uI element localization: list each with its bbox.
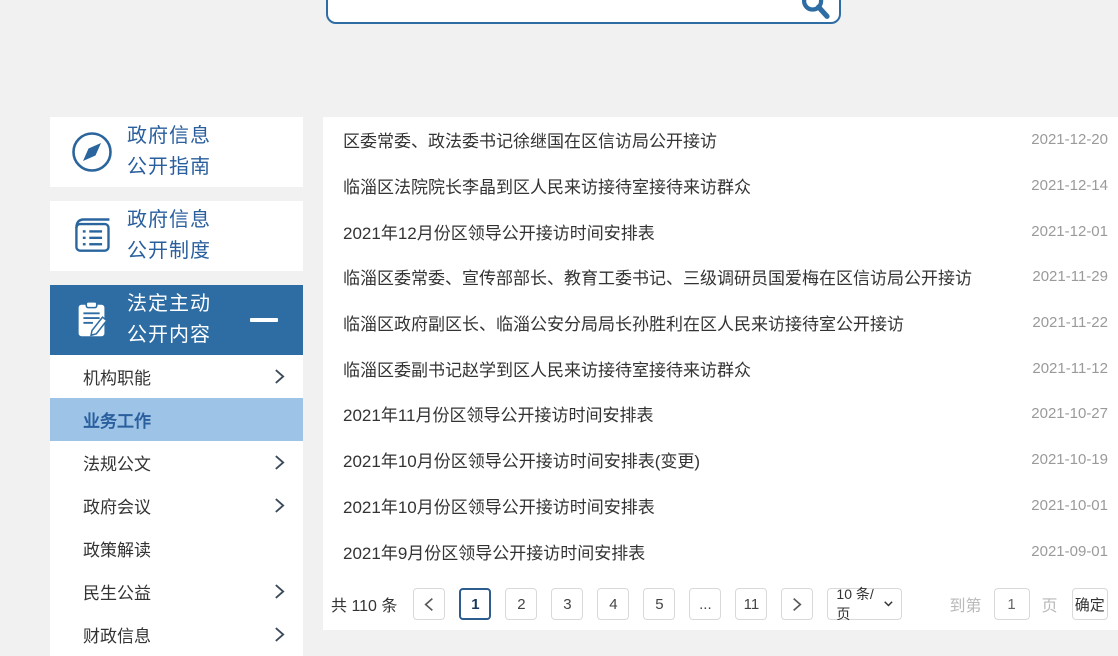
collapse-minus-icon[interactable] (250, 318, 278, 322)
news-list-item[interactable]: 2021年12月份区领导公开接访时间安排表 2021-12-01 (323, 208, 1118, 254)
submenu-item-label: 财政信息 (83, 622, 151, 647)
news-list-item[interactable]: 2021年10月份区领导公开接访时间安排表 2021-10-01 (323, 483, 1118, 529)
news-list-item[interactable]: 临淄区委常委、宣传部部长、教育工委书记、三级调研员国爱梅在区信访局公开接访 20… (323, 254, 1118, 300)
sidebar-submenu-item[interactable]: 财政信息 (50, 613, 303, 656)
page-number-label: 4 (609, 596, 617, 613)
page-number-label: 3 (563, 596, 571, 613)
search-icon[interactable] (799, 0, 833, 29)
article-title-link[interactable]: 临淄区委常委、宣传部部长、教育工委书记、三级调研员国爱梅在区信访局公开接访 (343, 264, 972, 289)
total-count-label: 共 110 条 (331, 592, 397, 616)
news-list-item[interactable]: 临淄区委副书记赵学到区人民来访接待室接待来访群众 2021-11-12 (323, 345, 1118, 391)
chevron-right-icon (274, 454, 285, 471)
article-title-link[interactable]: 2021年10月份区领导公开接访时间安排表(变更) (343, 447, 700, 472)
news-list-item[interactable]: 临淄区法院院长李晶到区人民来访接待室接待来访群众 2021-12-14 (323, 163, 1118, 209)
page-number-button[interactable]: 2 (505, 588, 537, 620)
next-page-button[interactable] (781, 588, 813, 620)
submenu-item-label: 机构职能 (83, 364, 151, 389)
page-number-button[interactable]: 1 (459, 588, 491, 620)
news-list-item[interactable]: 区委常委、政法委书记徐继国在区信访局公开接访 2021-12-20 (323, 117, 1118, 163)
jump-page-input[interactable] (994, 588, 1030, 620)
pagination-bar: 共 110 条 1 2 3 4 5 (323, 588, 1118, 620)
page-number-button[interactable]: 3 (551, 588, 583, 620)
chevron-right-icon (274, 368, 285, 385)
article-date: 2021-09-01 (1011, 543, 1108, 560)
article-date: 2021-10-27 (1011, 405, 1108, 422)
sidebar-submenu-item[interactable]: 民生公益 (50, 570, 303, 613)
page-number-label: 5 (655, 596, 663, 613)
sidebar-submenu-item[interactable]: 政府会议 (50, 484, 303, 527)
submenu-item-label: 业务工作 (83, 407, 151, 432)
article-title-link[interactable]: 临淄区法院院长李晶到区人民来访接待室接待来访群众 (343, 173, 751, 198)
news-list-item[interactable]: 2021年9月份区领导公开接访时间安排表 2021-09-01 (323, 528, 1118, 574)
sidebar-item-statutory[interactable]: 法定主动 公开内容 (50, 285, 303, 355)
submenu-item-label: 民生公益 (83, 579, 151, 604)
article-date: 2021-10-01 (1011, 497, 1108, 514)
article-title-link[interactable]: 临淄区政府副区长、临淄公安分局局长孙胜利在区人民来访接待室公开接访 (343, 310, 904, 335)
article-date: 2021-12-20 (1011, 131, 1108, 148)
sidebar-submenu-item[interactable]: 机构职能 (50, 355, 303, 398)
article-title-link[interactable]: 区委常委、政法委书记徐继国在区信访局公开接访 (343, 127, 717, 152)
submenu-item-label: 政策解读 (83, 536, 151, 561)
sidebar-item-guide[interactable]: 政府信息 公开指南 (50, 117, 303, 187)
page-number-button[interactable]: 4 (597, 588, 629, 620)
page-number-label: 1 (471, 596, 479, 613)
compass-icon (70, 130, 114, 174)
clipboard-pen-icon (70, 298, 114, 342)
page-size-label: 10 条/页 (836, 584, 877, 624)
jump-to-page-label: 到第 (950, 592, 982, 616)
submenu-item-label: 法规公文 (83, 450, 151, 475)
article-date: 2021-12-14 (1011, 177, 1108, 194)
article-date: 2021-12-01 (1011, 223, 1108, 240)
news-list: 区委常委、政法委书记徐继国在区信访局公开接访 2021-12-20 临淄区法院院… (323, 117, 1118, 574)
article-date: 2021-11-29 (1012, 268, 1108, 285)
page-number-button[interactable]: 5 (643, 588, 675, 620)
sidebar-item-label: 政府信息 公开指南 (127, 121, 211, 183)
page-number-label: 2 (517, 596, 525, 613)
chevron-right-icon (274, 497, 285, 514)
sidebar-submenu-item[interactable]: 业务工作 (50, 398, 303, 441)
article-date: 2021-10-19 (1011, 451, 1108, 468)
chevron-right-icon (274, 583, 285, 600)
page-number-label: ... (699, 596, 712, 613)
chevron-right-icon (274, 626, 285, 643)
page-size-select[interactable]: 10 条/页 (827, 588, 901, 620)
search-box[interactable] (326, 0, 841, 24)
article-title-link[interactable]: 2021年9月份区领导公开接访时间安排表 (343, 539, 645, 564)
article-title-link[interactable]: 临淄区委副书记赵学到区人民来访接待室接待来访群众 (343, 356, 751, 381)
news-panel: 区委常委、政法委书记徐继国在区信访局公开接访 2021-12-20 临淄区法院院… (323, 117, 1118, 630)
sidebar-submenu-item[interactable]: 政策解读 (50, 527, 303, 570)
sidebar-submenu: 机构职能 业务工作 法规公文 (50, 355, 303, 656)
article-date: 2021-11-22 (1012, 314, 1108, 331)
news-list-item[interactable]: 临淄区政府副区长、临淄公安分局局长孙胜利在区人民来访接待室公开接访 2021-1… (323, 300, 1118, 346)
submenu-item-label: 政府会议 (83, 493, 151, 518)
sidebar-item-label: 法定主动 公开内容 (127, 289, 211, 351)
page-number-label: 11 (744, 596, 760, 613)
confirm-button[interactable]: 确定 (1072, 588, 1108, 620)
prev-page-button[interactable] (413, 588, 445, 620)
news-list-item[interactable]: 2021年10月份区领导公开接访时间安排表(变更) 2021-10-19 (323, 437, 1118, 483)
search-input[interactable] (338, 0, 782, 20)
jump-page-unit-label: 页 (1042, 592, 1058, 616)
page-number-button[interactable]: 11 (735, 588, 767, 620)
news-list-item[interactable]: 2021年11月份区领导公开接访时间安排表 2021-10-27 (323, 391, 1118, 437)
sidebar-item-label: 政府信息 公开制度 (127, 205, 211, 267)
article-title-link[interactable]: 2021年11月份区领导公开接访时间安排表 (343, 401, 653, 426)
page-number-button[interactable]: ... (689, 588, 721, 620)
sidebar-submenu-item[interactable]: 法规公文 (50, 441, 303, 484)
article-date: 2021-11-12 (1012, 360, 1108, 377)
book-icon (70, 214, 114, 258)
chevron-down-icon (884, 600, 893, 608)
article-title-link[interactable]: 2021年10月份区领导公开接访时间安排表 (343, 493, 655, 518)
sidebar-item-system[interactable]: 政府信息 公开制度 (50, 201, 303, 271)
article-title-link[interactable]: 2021年12月份区领导公开接访时间安排表 (343, 219, 655, 244)
